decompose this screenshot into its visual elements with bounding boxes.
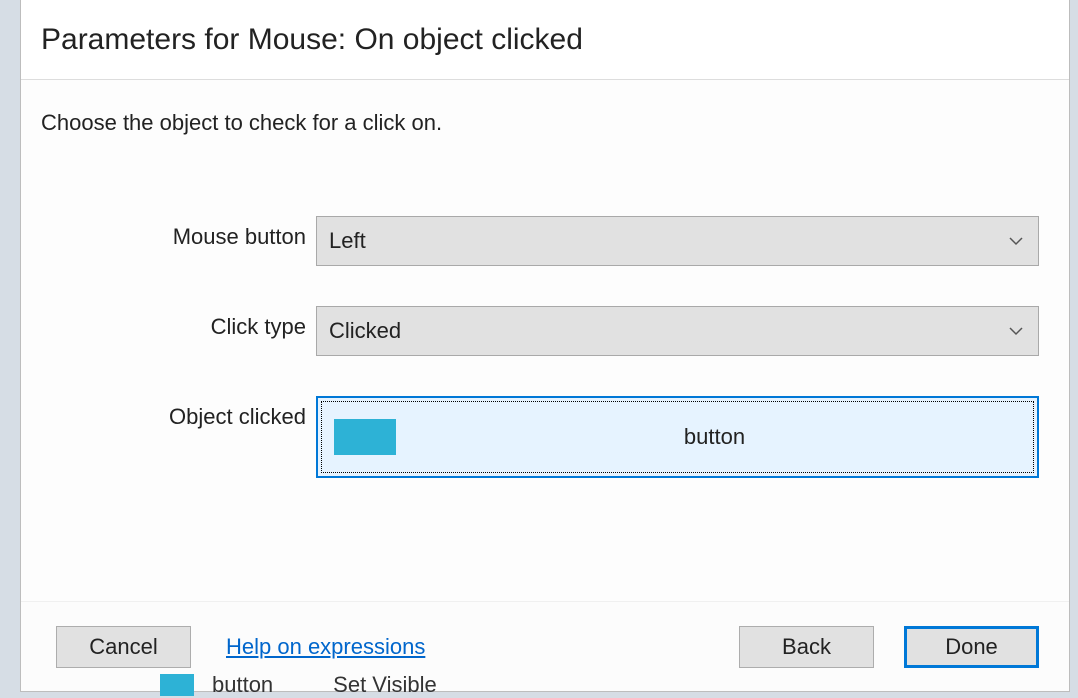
- field-row-mouse-button: Mouse button Left: [41, 216, 1039, 266]
- chevron-down-icon: [1006, 231, 1026, 251]
- click-type-dropdown[interactable]: Clicked: [316, 306, 1039, 356]
- field-row-click-type: Click type Clicked: [41, 306, 1039, 356]
- object-clicked-value: button: [396, 424, 1033, 450]
- background-swatch-icon: [160, 674, 194, 696]
- back-button-label: Back: [782, 634, 831, 660]
- back-button[interactable]: Back: [739, 626, 874, 668]
- chevron-down-icon: [1006, 321, 1026, 341]
- field-row-object-clicked: Object clicked button: [41, 396, 1039, 478]
- object-clicked-picker[interactable]: button: [316, 396, 1039, 478]
- cancel-button[interactable]: Cancel: [56, 626, 191, 668]
- object-swatch-icon: [334, 419, 396, 455]
- help-link[interactable]: Help on expressions: [226, 634, 425, 660]
- dialog-instruction: Choose the object to check for a click o…: [41, 110, 1039, 136]
- background-item-1: button: [212, 672, 273, 698]
- background-peek: button Set Visible: [160, 672, 437, 698]
- cancel-button-label: Cancel: [89, 634, 157, 660]
- done-button[interactable]: Done: [904, 626, 1039, 668]
- done-button-label: Done: [945, 634, 998, 660]
- dialog-title: Parameters for Mouse: On object clicked: [41, 23, 583, 57]
- parameters-dialog: Parameters for Mouse: On object clicked …: [20, 0, 1070, 692]
- help-link-label: Help on expressions: [226, 634, 425, 659]
- click-type-label: Click type: [41, 306, 316, 340]
- object-clicked-label: Object clicked: [41, 396, 316, 430]
- dialog-body: Choose the object to check for a click o…: [21, 80, 1069, 601]
- mouse-button-label: Mouse button: [41, 216, 316, 250]
- background-left-strip: [0, 0, 20, 692]
- mouse-button-value: Left: [329, 228, 366, 254]
- background-item-2: Set Visible: [333, 672, 437, 698]
- click-type-value: Clicked: [329, 318, 401, 344]
- dialog-titlebar: Parameters for Mouse: On object clicked: [21, 0, 1069, 80]
- mouse-button-dropdown[interactable]: Left: [316, 216, 1039, 266]
- object-picker-inner: button: [321, 401, 1034, 473]
